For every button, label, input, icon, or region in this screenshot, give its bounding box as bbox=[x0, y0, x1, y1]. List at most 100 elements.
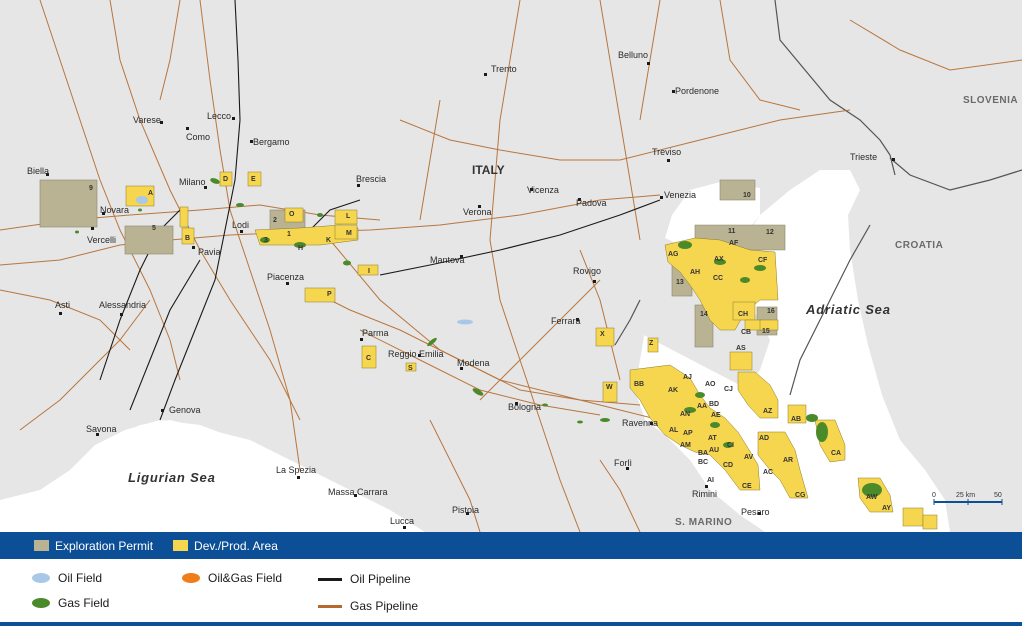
block-label: CC bbox=[713, 275, 723, 282]
oil-field-icon bbox=[32, 573, 50, 583]
block-label: 10 bbox=[743, 192, 751, 199]
city-label: Lecco bbox=[207, 111, 231, 121]
block-label: S bbox=[408, 365, 413, 372]
block-label: O bbox=[289, 211, 295, 218]
block-label: AM bbox=[680, 442, 691, 449]
block-label: CI bbox=[727, 442, 734, 449]
block-label: BC bbox=[698, 459, 708, 466]
block-label: 5 bbox=[152, 225, 156, 232]
city-label: Como bbox=[186, 132, 210, 142]
block-label: H bbox=[298, 245, 303, 252]
city-label: Rimini bbox=[692, 489, 717, 499]
city-label: Piacenza bbox=[267, 272, 304, 282]
oil-pipeline-icon bbox=[318, 577, 342, 581]
city-label: Alessandria bbox=[99, 300, 146, 310]
block-label: AL bbox=[669, 427, 679, 434]
legend-oil-pipeline: Oil Pipeline bbox=[318, 572, 411, 586]
city-label: Milano bbox=[179, 177, 206, 187]
block-label: P bbox=[327, 291, 332, 298]
city-label: Rovigo bbox=[573, 266, 601, 276]
country-label-slovenia: SLOVENIA bbox=[963, 95, 1018, 106]
city-label: Brescia bbox=[356, 174, 386, 184]
legend-label: Oil&Gas Field bbox=[208, 571, 283, 585]
block-label: 2 bbox=[273, 217, 277, 224]
city-label: Pesaro bbox=[741, 507, 770, 517]
block-label: AC bbox=[763, 469, 773, 476]
city-label: Padova bbox=[576, 198, 607, 208]
block-label: A bbox=[148, 190, 153, 197]
legend-dev-prod-area: Dev./Prod. Area bbox=[173, 539, 278, 553]
city-label: Vercelli bbox=[87, 235, 116, 245]
city-label: Ferrara bbox=[551, 316, 581, 326]
city-label: Venezia bbox=[664, 190, 696, 200]
city-label: Bergamo bbox=[253, 137, 290, 147]
block-label: AO bbox=[705, 381, 716, 388]
map: Trento Belluno Pordenone Varese Lecco Co… bbox=[0, 0, 1022, 532]
city-label: Trento bbox=[491, 64, 517, 74]
oil-gas-field-icon bbox=[182, 573, 200, 583]
block-label: AS bbox=[736, 345, 746, 352]
block-label: 14 bbox=[700, 311, 708, 318]
block-label: AU bbox=[709, 447, 719, 454]
svg-text:0: 0 bbox=[932, 492, 936, 499]
exploration-permit-swatch bbox=[34, 540, 49, 551]
block-label: K bbox=[326, 237, 331, 244]
block-label: AD bbox=[759, 435, 769, 442]
legend-exploration-permit: Exploration Permit bbox=[34, 539, 153, 553]
block-label: C bbox=[366, 355, 371, 362]
legend-label: Gas Pipeline bbox=[350, 599, 419, 613]
city-label: Bologna bbox=[508, 402, 541, 412]
block-label: 9 bbox=[89, 185, 93, 192]
block-label: CH bbox=[738, 311, 748, 318]
legend-oil-gas-field: Oil&Gas Field bbox=[182, 571, 282, 585]
bottom-rule bbox=[0, 622, 1022, 626]
block-label: AH bbox=[690, 269, 700, 276]
city-label: Asti bbox=[55, 300, 70, 310]
city-label: Novara bbox=[100, 205, 129, 215]
block-label: AY bbox=[882, 505, 891, 512]
block-label: Z bbox=[649, 340, 654, 347]
city-label: Trieste bbox=[850, 152, 877, 162]
block-label: CF bbox=[758, 257, 768, 264]
legend-label: Exploration Permit bbox=[55, 538, 154, 553]
block-label: X bbox=[600, 331, 605, 338]
block-label: BB bbox=[634, 381, 644, 388]
block-label: CJ bbox=[724, 386, 733, 393]
country-label-croatia: CROATIA bbox=[895, 240, 943, 251]
block-label: D bbox=[223, 176, 228, 183]
city-label: La Spezia bbox=[276, 465, 316, 475]
city-label: Reggio Emilia bbox=[388, 349, 444, 359]
city-label: Lucca bbox=[390, 516, 414, 526]
country-label-italy: ITALY bbox=[472, 163, 505, 177]
block-label: AN bbox=[680, 411, 690, 418]
city-label: Pordenone bbox=[675, 86, 719, 96]
legend-gas-field: Gas Field bbox=[32, 596, 109, 610]
block-label: CD bbox=[723, 462, 733, 469]
block-label: BA bbox=[698, 450, 708, 457]
legend-label: Dev./Prod. Area bbox=[194, 538, 278, 553]
city-label: Biella bbox=[27, 166, 49, 176]
block-label: AZ bbox=[763, 408, 773, 415]
block-label: AX bbox=[714, 256, 724, 263]
gas-pipeline-icon bbox=[318, 604, 342, 608]
block-label: 13 bbox=[676, 279, 684, 286]
block-label: AB bbox=[791, 416, 801, 423]
block-label: 11 bbox=[728, 228, 736, 235]
svg-text:50: 50 bbox=[994, 492, 1002, 499]
block-label: AK bbox=[668, 387, 678, 394]
city-label: Verona bbox=[463, 207, 492, 217]
block-label: AF bbox=[729, 240, 739, 247]
legend-label: Oil Pipeline bbox=[350, 572, 411, 586]
block-label: BD bbox=[709, 401, 719, 408]
city-label: Belluno bbox=[618, 50, 648, 60]
block-label: 12 bbox=[766, 229, 774, 236]
block-label: 1 bbox=[287, 231, 291, 238]
dev-prod-swatch bbox=[173, 540, 189, 551]
city-label: Forlì bbox=[614, 458, 632, 468]
city-label: Varese bbox=[133, 115, 161, 125]
block-label: AE bbox=[711, 412, 721, 419]
block-label: B bbox=[185, 235, 190, 242]
block-label: 3 bbox=[264, 237, 268, 244]
city-label: Mantova bbox=[430, 255, 465, 265]
legend-bar: Exploration Permit Dev./Prod. Area bbox=[0, 532, 1022, 559]
